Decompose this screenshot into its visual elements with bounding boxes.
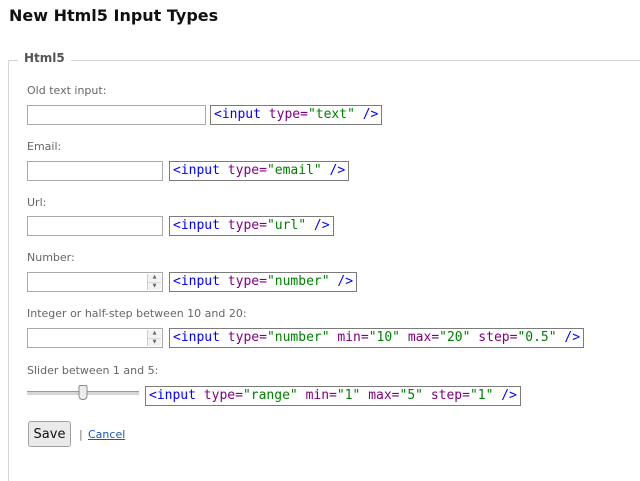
spin-up-icon[interactable]: ▲ (148, 274, 161, 283)
code-tag-close: /> (493, 388, 517, 403)
code-tag-open: <input (214, 107, 269, 122)
spin-up-icon[interactable]: ▲ (148, 330, 161, 339)
code-attr-type: type= (227, 330, 267, 345)
code-value-type: "email" (266, 163, 322, 178)
save-button[interactable]: Save (28, 421, 71, 447)
code-attr-step: step= (430, 388, 470, 403)
code-value-type: "url" (266, 218, 307, 233)
code-attr-type: type= (203, 388, 243, 403)
code-tag-open: <input (173, 163, 228, 178)
code-tag-open: <input (173, 218, 228, 233)
code-tag-open: <input (173, 330, 228, 345)
code-tag-close: /> (321, 163, 346, 178)
code-value-max: "5" (399, 388, 423, 403)
code-snippet-email: <input type="email" /> (169, 161, 350, 181)
code-value-min: "10" (368, 330, 401, 345)
code-attr-type: type= (268, 107, 308, 122)
code-snippet-text: <input type="text" /> (210, 105, 383, 125)
code-attr-max: max= (407, 330, 440, 345)
url-label: Url: (27, 196, 47, 209)
code-tag-close: /> (329, 274, 354, 289)
slider-thumb[interactable] (78, 385, 88, 400)
code-attr-min: min= (305, 388, 337, 403)
fieldset-legend: Html5 (18, 51, 71, 65)
old-text-input-label: Old text input: (27, 84, 107, 97)
code-snippet-range: <input type="range" min="1" max="5" step… (145, 386, 521, 406)
code-attr-min: min= (337, 330, 369, 345)
number-spinner[interactable]: ▲ ▼ (147, 274, 161, 290)
code-snippet-url: <input type="url" /> (169, 216, 334, 236)
code-value-type: "number" (266, 330, 330, 345)
code-attr-type: type= (227, 218, 267, 233)
code-value-min: "1" (336, 388, 361, 403)
half-step-number-field[interactable]: ▲ ▼ (27, 328, 163, 348)
action-separator: | (79, 428, 83, 441)
old-text-input[interactable] (27, 105, 206, 125)
code-tag-open: <input (149, 388, 204, 403)
code-tag-open: <input (173, 274, 228, 289)
spin-down-icon[interactable]: ▼ (148, 338, 161, 346)
url-field[interactable] (27, 216, 163, 236)
code-attr-type: type= (227, 163, 267, 178)
code-value-type: "text" (307, 107, 355, 122)
code-value-step: "1" (469, 388, 494, 403)
range-slider[interactable] (27, 385, 139, 401)
code-tag-close: /> (556, 330, 581, 345)
code-tag-close: /> (354, 107, 379, 122)
code-snippet-number: <input type="number" /> (169, 272, 358, 292)
code-attr-max: max= (368, 388, 400, 403)
number-label: Number: (27, 251, 75, 264)
slider-label: Slider between 1 and 5: (27, 364, 159, 377)
code-value-type: "number" (266, 274, 330, 289)
half-step-spinner[interactable]: ▲ ▼ (147, 330, 161, 346)
email-label: Email: (27, 140, 62, 153)
code-value-max: "20" (439, 330, 471, 345)
number-field[interactable]: ▲ ▼ (27, 272, 163, 292)
code-attr-type: type= (227, 274, 267, 289)
code-tag-close: /> (306, 218, 330, 233)
half-step-label: Integer or half-step between 10 and 20: (27, 307, 247, 320)
page-title: New Html5 Input Types (9, 6, 219, 25)
cancel-link[interactable]: Cancel (88, 428, 125, 441)
code-value-type: "range" (242, 388, 298, 403)
spin-down-icon[interactable]: ▼ (148, 282, 161, 290)
code-value-step: "0.5" (517, 330, 557, 345)
code-snippet-half-step: <input type="number" min="10" max="20" s… (169, 328, 585, 348)
code-attr-step: step= (478, 330, 518, 345)
email-field[interactable] (27, 161, 163, 181)
